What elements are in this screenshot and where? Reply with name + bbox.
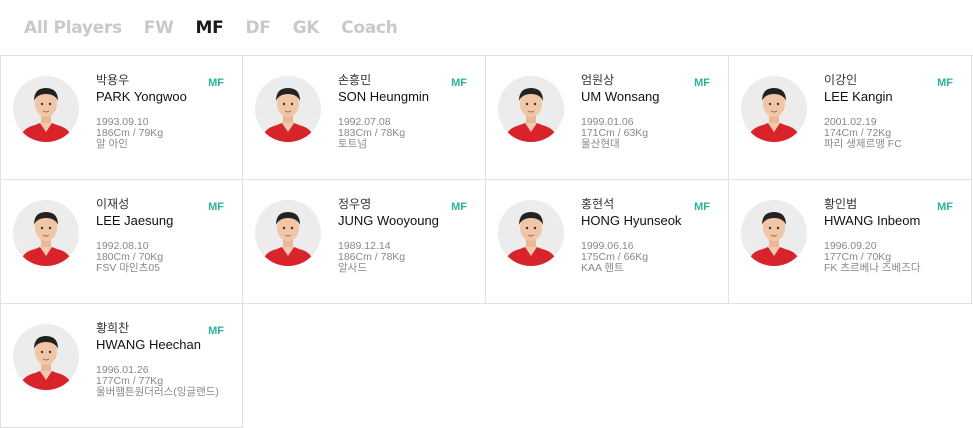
player-korean-name: 황인범	[824, 197, 858, 211]
tab-fw[interactable]: FW	[144, 18, 174, 38]
player-card[interactable]: 홍현석 HONG Hyunseok 1999.06.16 175Cm / 66K…	[486, 180, 729, 304]
player-club: 알사드	[338, 262, 367, 274]
player-card[interactable]: 이강인 LEE Kangin 2001.02.19 174Cm / 72Kg 파…	[729, 56, 972, 180]
player-english-name: HWANG Inbeom	[824, 213, 921, 228]
player-english-name: HWANG Heechan	[96, 337, 201, 352]
position-badge: MF	[694, 77, 710, 89]
tab-coach[interactable]: Coach	[341, 18, 398, 38]
player-english-name: HONG Hyunseok	[581, 213, 682, 228]
player-english-name: LEE Kangin	[824, 89, 893, 104]
player-card[interactable]: 이재성 LEE Jaesung 1992.08.10 180Cm / 70Kg …	[0, 180, 243, 304]
position-badge: MF	[208, 77, 224, 89]
player-english-name: JUNG Wooyoung	[338, 213, 439, 228]
player-photo	[13, 324, 79, 390]
player-photo	[498, 76, 564, 142]
player-korean-name: 엄원상	[581, 73, 615, 87]
tab-df[interactable]: DF	[245, 18, 270, 38]
player-photo	[13, 200, 79, 266]
player-korean-name: 정우영	[338, 197, 372, 211]
position-badge: MF	[937, 77, 953, 89]
player-club: 토트넘	[338, 138, 367, 150]
player-korean-name: 이강인	[824, 73, 858, 87]
player-club: 알 아인	[96, 138, 128, 150]
position-badge: MF	[937, 201, 953, 213]
player-korean-name: 이재성	[96, 197, 130, 211]
position-badge: MF	[451, 201, 467, 213]
player-photo	[13, 76, 79, 142]
player-card[interactable]: 황희찬 HWANG Heechan 1996.01.26 177Cm / 77K…	[0, 304, 243, 428]
position-badge: MF	[451, 77, 467, 89]
tab-all-players[interactable]: All Players	[24, 18, 122, 38]
player-english-name: UM Wonsang	[581, 89, 660, 104]
player-club: FSV 마인츠05	[96, 262, 160, 274]
player-card[interactable]: 손흥민 SON Heungmin 1992.07.08 183Cm / 78Kg…	[243, 56, 486, 180]
player-card[interactable]: 박용우 PARK Yongwoo 1993.09.10 186Cm / 79Kg…	[0, 56, 243, 180]
player-photo	[255, 76, 321, 142]
player-card[interactable]: 황인범 HWANG Inbeom 1996.09.20 177Cm / 70Kg…	[729, 180, 972, 304]
player-card[interactable]: 엄원상 UM Wonsang 1999.01.06 171Cm / 63Kg 울…	[486, 56, 729, 180]
player-photo	[255, 200, 321, 266]
player-korean-name: 홍현석	[581, 197, 615, 211]
player-english-name: PARK Yongwoo	[96, 89, 187, 104]
player-club: FK 츠르베나 즈베즈다	[824, 262, 921, 274]
tab-mf[interactable]: MF	[196, 18, 224, 38]
player-club: 파리 생제르맹 FC	[824, 138, 902, 150]
player-club: 울산현대	[581, 138, 620, 150]
player-photo	[741, 76, 807, 142]
player-club: KAA 헨트	[581, 262, 624, 274]
position-badge: MF	[208, 325, 224, 337]
player-english-name: LEE Jaesung	[96, 213, 174, 228]
player-korean-name: 손흥민	[338, 73, 372, 87]
player-grid: 박용우 PARK Yongwoo 1993.09.10 186Cm / 79Kg…	[0, 55, 973, 428]
position-filter-tabs: All Players FW MF DF GK Coach	[0, 0, 973, 55]
player-korean-name: 황희찬	[96, 321, 130, 335]
position-badge: MF	[208, 201, 224, 213]
position-badge: MF	[694, 201, 710, 213]
tab-gk[interactable]: GK	[293, 18, 320, 38]
player-photo	[498, 200, 564, 266]
player-card[interactable]: 정우영 JUNG Wooyoung 1989.12.14 186Cm / 78K…	[243, 180, 486, 304]
player-english-name: SON Heungmin	[338, 89, 430, 104]
player-korean-name: 박용우	[96, 73, 130, 87]
player-photo	[741, 200, 807, 266]
player-club: 울버햄튼원더러스(잉글랜드)	[96, 386, 219, 398]
